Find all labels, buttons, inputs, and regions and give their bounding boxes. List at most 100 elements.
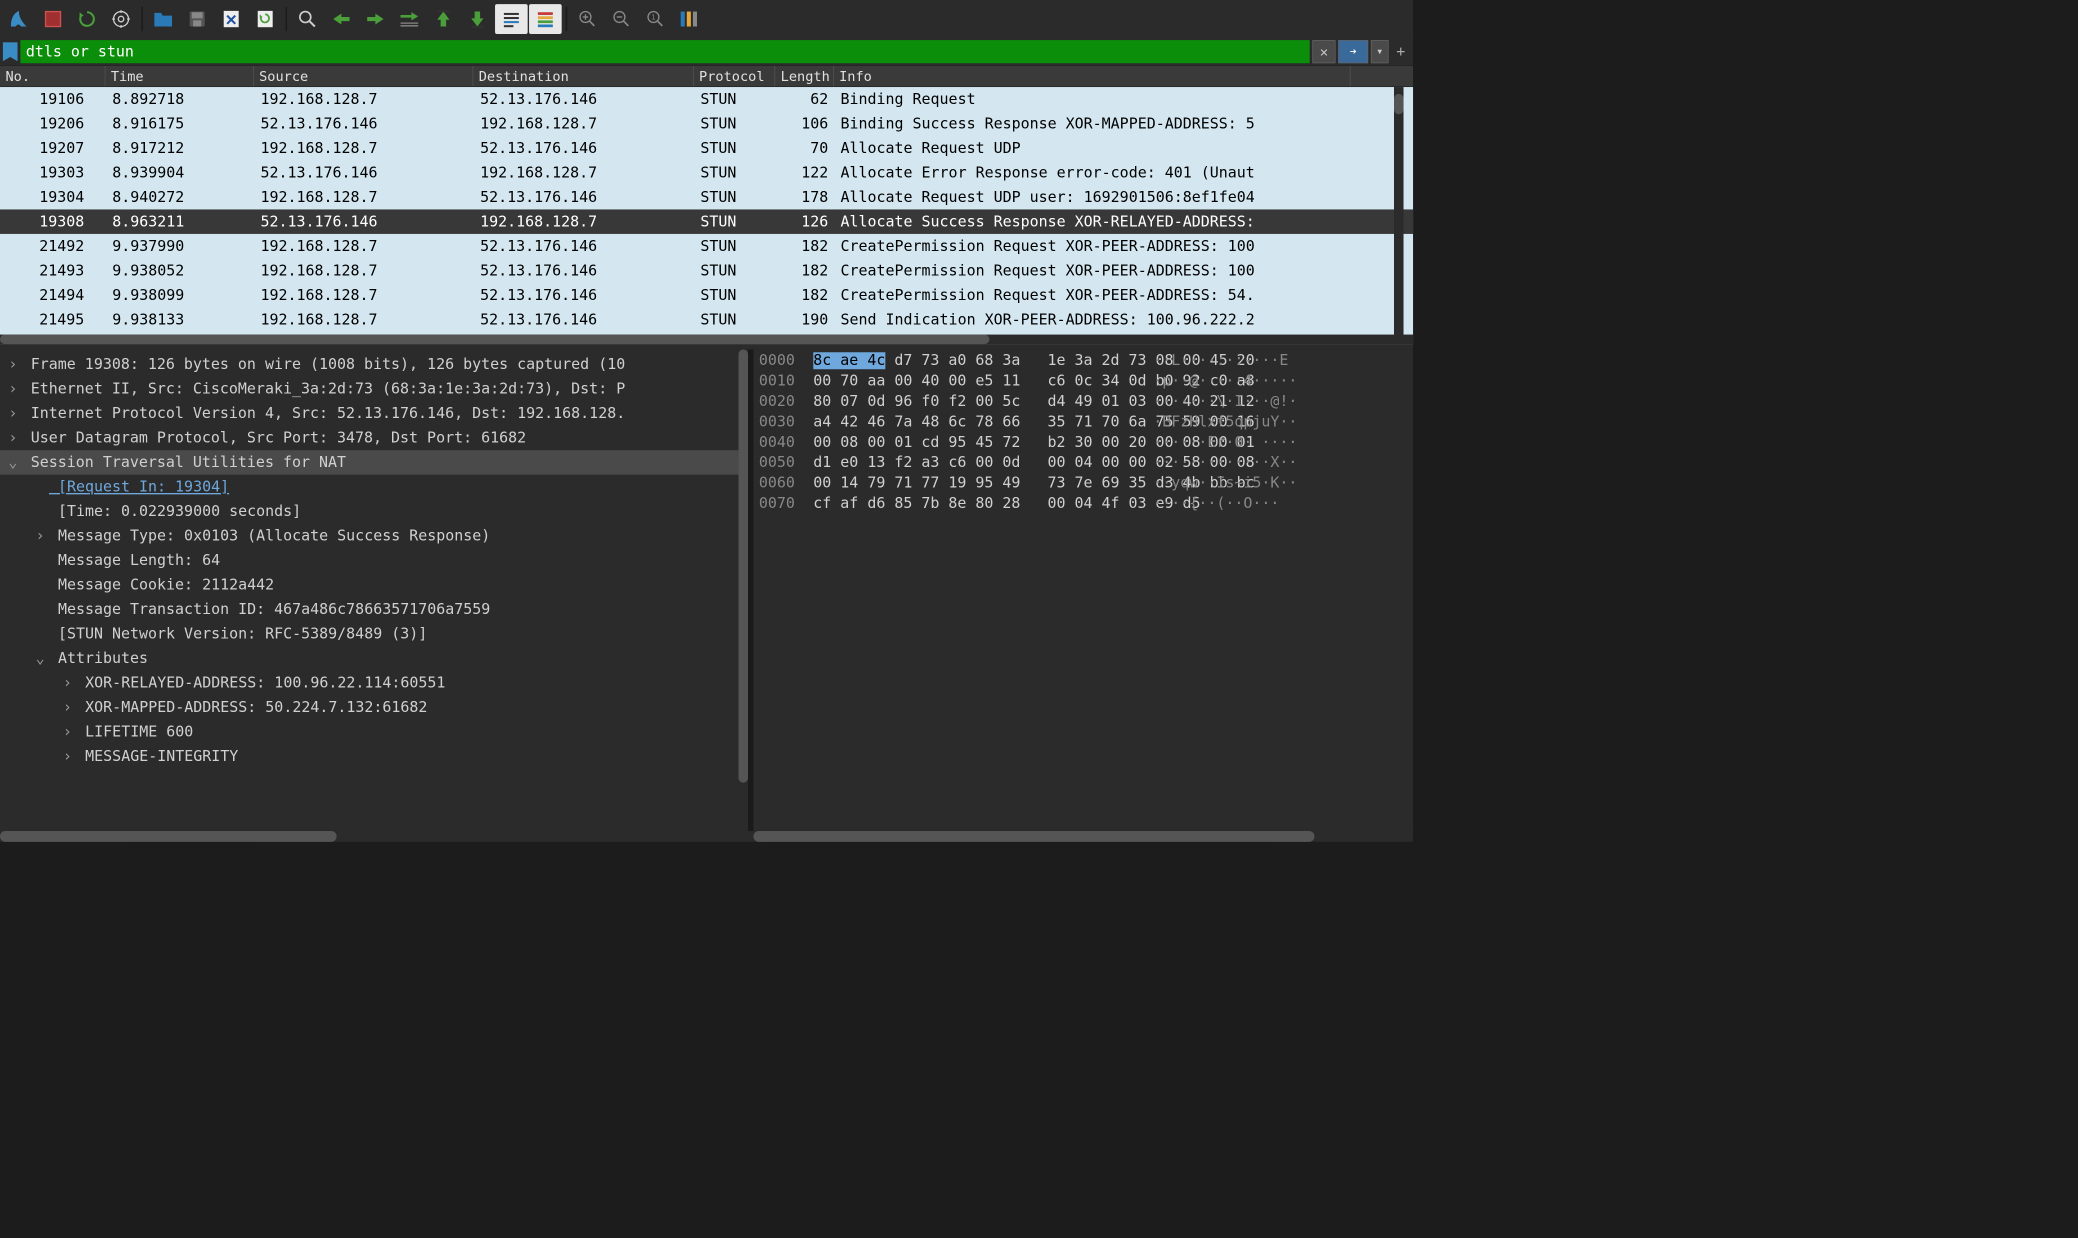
expand-icon[interactable]: ⌄: [4, 454, 22, 471]
hex-bytes[interactable]: 00 08 00 01 cd 95 45 72 b2 30 00 20 00 0…: [813, 434, 1139, 454]
column-header[interactable]: Source: [254, 66, 474, 86]
hex-row[interactable]: 00008c ae 4c d7 73 a0 68 3a 1e 3a 2d 73 …: [759, 352, 1408, 372]
tree-link[interactable]: [Request In: 19304]: [49, 478, 229, 495]
expand-icon[interactable]: [31, 478, 49, 495]
hex-bytes[interactable]: d1 e0 13 f2 a3 c6 00 0d 00 04 00 00 02 5…: [813, 454, 1139, 474]
reload-file-button[interactable]: [249, 4, 282, 34]
packet-row[interactable]: 193088.96321152.13.176.146192.168.128.7S…: [0, 209, 1413, 233]
packet-row[interactable]: 193038.93990452.13.176.146192.168.128.7S…: [0, 160, 1413, 184]
hex-row[interactable]: 0030a4 42 46 7a 48 6c 78 66 35 71 70 6a …: [759, 413, 1408, 433]
hex-row[interactable]: 001000 70 aa 00 40 00 e5 11 c6 0c 34 0d …: [759, 373, 1408, 393]
tree-item[interactable]: › User Datagram Protocol, Src Port: 3478…: [0, 426, 748, 450]
go-to-packet-button[interactable]: [393, 4, 426, 34]
shark-fin-icon[interactable]: [3, 4, 36, 34]
packet-row[interactable]: 214959.938133192.168.128.752.13.176.146S…: [0, 307, 1413, 331]
column-header[interactable]: No.: [0, 66, 105, 86]
capture-options-button[interactable]: [105, 4, 138, 34]
expand-icon[interactable]: ⌄: [31, 650, 49, 667]
resize-columns-button[interactable]: [673, 4, 706, 34]
hex-bytes[interactable]: 00 70 aa 00 40 00 e5 11 c6 0c 34 0d b0 9…: [813, 373, 1139, 393]
column-header[interactable]: Length: [775, 66, 833, 86]
hex-row[interactable]: 0050d1 e0 13 f2 a3 c6 00 0d 00 04 00 00 …: [759, 454, 1408, 474]
packet-row[interactable]: 214939.938052192.168.128.752.13.176.146S…: [0, 258, 1413, 282]
packet-row[interactable]: 193048.940272192.168.128.752.13.176.146S…: [0, 185, 1413, 209]
clear-filter-button[interactable]: ✕: [1312, 40, 1335, 63]
bookmark-icon[interactable]: [3, 42, 18, 61]
colorize-button[interactable]: [529, 4, 562, 34]
go-last-button[interactable]: [461, 4, 494, 34]
open-file-button[interactable]: [147, 4, 180, 34]
hex-bytes[interactable]: 80 07 0d 96 f0 f2 00 5c d4 49 01 03 00 4…: [813, 393, 1139, 413]
restart-capture-button[interactable]: [71, 4, 104, 34]
expand-icon[interactable]: [31, 576, 49, 593]
tree-item[interactable]: › Ethernet II, Src: CiscoMeraki_3a:2d:73…: [0, 377, 748, 401]
hex-bytes[interactable]: 8c ae 4c d7 73 a0 68 3a 1e 3a 2d 73 08 0…: [813, 352, 1139, 372]
zoom-in-button[interactable]: [571, 4, 604, 34]
close-file-button[interactable]: [215, 4, 248, 34]
zoom-reset-button[interactable]: 1: [639, 4, 672, 34]
expand-icon[interactable]: ›: [4, 356, 22, 373]
expand-icon[interactable]: ›: [58, 699, 76, 716]
tree-item[interactable]: [STUN Network Version: RFC-5389/8489 (3)…: [0, 622, 748, 646]
stop-capture-button[interactable]: [37, 4, 70, 34]
hex-row[interactable]: 0070cf af d6 85 7b 8e 80 28 00 04 4f 03 …: [759, 495, 1408, 515]
auto-scroll-button[interactable]: [495, 4, 528, 34]
tree-item[interactable]: ⌄ Session Traversal Utilities for NAT: [0, 450, 748, 474]
tree-item[interactable]: › MESSAGE-INTEGRITY: [0, 744, 748, 768]
filter-dropdown-button[interactable]: ▾: [1371, 40, 1389, 63]
add-tab-button[interactable]: +: [1391, 43, 1410, 60]
tree-item[interactable]: › Frame 19308: 126 bytes on wire (1008 b…: [0, 352, 748, 376]
hex-bytes[interactable]: cf af d6 85 7b 8e 80 28 00 04 4f 03 e9 d…: [813, 495, 1139, 515]
expand-icon[interactable]: ›: [31, 527, 49, 544]
expand-icon[interactable]: ›: [4, 429, 22, 446]
expand-icon[interactable]: [31, 625, 49, 642]
tree-item[interactable]: Message Transaction ID: 467a486c78663571…: [0, 597, 748, 621]
expand-icon[interactable]: ›: [58, 748, 76, 765]
column-header[interactable]: Destination: [473, 66, 693, 86]
horizontal-scrollbar[interactable]: [0, 335, 1413, 345]
tree-item[interactable]: [Request In: 19304]: [0, 475, 748, 499]
packet-row[interactable]: 192068.91617552.13.176.146192.168.128.7S…: [0, 112, 1413, 136]
packet-list-pane[interactable]: 191068.892718192.168.128.752.13.176.146S…: [0, 87, 1413, 344]
tree-item[interactable]: › XOR-MAPPED-ADDRESS: 50.224.7.132:61682: [0, 695, 748, 719]
go-first-button[interactable]: [427, 4, 460, 34]
packet-row[interactable]: 214949.938099192.168.128.752.13.176.146S…: [0, 283, 1413, 307]
packet-row[interactable]: 192078.917212192.168.128.752.13.176.146S…: [0, 136, 1413, 160]
column-header[interactable]: Protocol: [694, 66, 776, 86]
expand-icon[interactable]: [31, 601, 49, 618]
packet-row[interactable]: 191068.892718192.168.128.752.13.176.146S…: [0, 87, 1413, 111]
packet-row[interactable]: 214929.937990192.168.128.752.13.176.146S…: [0, 234, 1413, 258]
packet-bytes-pane[interactable]: 00008c ae 4c d7 73 a0 68 3a 1e 3a 2d 73 …: [753, 350, 1413, 831]
column-header[interactable]: Time: [105, 66, 253, 86]
tree-item[interactable]: Message Length: 64: [0, 548, 748, 572]
expand-icon[interactable]: ›: [58, 674, 76, 691]
hex-bytes[interactable]: 00 14 79 71 77 19 95 49 73 7e 69 35 d3 4…: [813, 475, 1139, 495]
tree-item[interactable]: › Internet Protocol Version 4, Src: 52.1…: [0, 401, 748, 425]
expand-icon[interactable]: ›: [4, 380, 22, 397]
apply-filter-button[interactable]: ➔: [1338, 40, 1368, 63]
go-back-button[interactable]: [325, 4, 358, 34]
tree-item[interactable]: ⌄ Attributes: [0, 646, 748, 670]
expand-icon[interactable]: ›: [4, 405, 22, 422]
find-packet-button[interactable]: [291, 4, 324, 34]
packet-details-pane[interactable]: › Frame 19308: 126 bytes on wire (1008 b…: [0, 350, 748, 831]
expand-icon[interactable]: [31, 552, 49, 569]
tree-item[interactable]: [Time: 0.022939000 seconds]: [0, 499, 748, 523]
hex-bytes[interactable]: a4 42 46 7a 48 6c 78 66 35 71 70 6a 75 5…: [813, 413, 1139, 433]
hex-row[interactable]: 006000 14 79 71 77 19 95 49 73 7e 69 35 …: [759, 475, 1408, 495]
tree-item[interactable]: › LIFETIME 600: [0, 719, 748, 743]
tree-item[interactable]: › Message Type: 0x0103 (Allocate Success…: [0, 524, 748, 548]
save-file-button[interactable]: [181, 4, 214, 34]
hex-row[interactable]: 004000 08 00 01 cd 95 45 72 b2 30 00 20 …: [759, 434, 1408, 454]
display-filter-input[interactable]: [20, 40, 1309, 63]
tree-item[interactable]: › XOR-RELAYED-ADDRESS: 100.96.22.114:605…: [0, 670, 748, 694]
tree-item[interactable]: Message Cookie: 2112a442: [0, 573, 748, 597]
vertical-scrollbar[interactable]: [738, 350, 748, 831]
expand-icon[interactable]: [31, 503, 49, 520]
hex-row[interactable]: 002080 07 0d 96 f0 f2 00 5c d4 49 01 03 …: [759, 393, 1408, 413]
go-forward-button[interactable]: [359, 4, 392, 34]
vertical-scrollbar[interactable]: [1394, 87, 1404, 344]
zoom-out-button[interactable]: [605, 4, 638, 34]
column-header[interactable]: Info: [834, 66, 1351, 86]
expand-icon[interactable]: ›: [58, 723, 76, 740]
